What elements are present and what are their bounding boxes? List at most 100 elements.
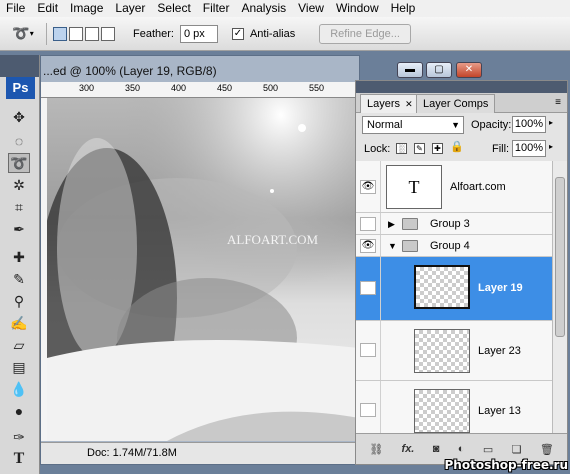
adjustment-layer-icon[interactable]: ◐	[458, 443, 465, 455]
document-title[interactable]: ...ed @ 100% (Layer 19, RGB/8)	[41, 60, 359, 82]
menu-view[interactable]: View	[292, 0, 330, 17]
menu-bar: File Edit Image Layer Select Filter Anal…	[0, 0, 570, 17]
menu-window[interactable]: Window	[330, 0, 385, 17]
layer-row-layer-19[interactable]: 👁 Layer 19	[356, 257, 552, 321]
clone-stamp-tool-icon[interactable]: ⚲	[8, 291, 30, 311]
expand-triangle-icon[interactable]: ▶	[388, 219, 395, 230]
lock-row: Lock: ░ ✎ ✚ 🔒 Fill: 100% ▸	[356, 137, 567, 161]
winter-scene-image: ALFOART.COM	[47, 98, 359, 441]
feather-input[interactable]: 0 px	[179, 24, 218, 43]
eye-icon[interactable]: 👁	[360, 239, 376, 253]
fill-label: Fill:	[492, 143, 510, 155]
delete-layer-icon[interactable]: 🗑	[540, 443, 554, 456]
marquee-tool-icon[interactable]: ◌	[8, 131, 30, 151]
layer-row-group-3[interactable]: ▶ Group 3	[356, 213, 552, 235]
scrollbar-thumb[interactable]	[555, 177, 565, 337]
layer-thumbnail	[414, 329, 470, 373]
menu-edit[interactable]: Edit	[31, 0, 64, 17]
panel-menu-icon[interactable]: ≡	[555, 97, 561, 108]
menu-layer[interactable]: Layer	[109, 0, 151, 17]
healing-brush-tool-icon[interactable]: ✚	[8, 247, 30, 267]
fill-input[interactable]: 100%	[512, 140, 546, 157]
layer-name: Group 3	[430, 218, 470, 230]
ruler-tick: 350	[125, 83, 141, 93]
magic-wand-tool-icon[interactable]: ✲	[8, 175, 30, 195]
eraser-tool-icon[interactable]: ▱	[8, 335, 30, 355]
fill-slider-icon[interactable]: ▸	[549, 142, 553, 151]
tools-panel: Ps ✥ ◌ ➰ ✲ ⌗ ✒ ✚ ✎ ⚲ ✍ ▱ ▤ 💧 ● ✑ T	[0, 55, 40, 474]
folder-icon	[402, 218, 418, 230]
ruler-tick: 300	[79, 83, 95, 93]
type-tool-icon[interactable]: T	[8, 449, 30, 469]
new-group-icon[interactable]: ▭	[483, 443, 493, 456]
add-selection-icon[interactable]	[69, 26, 83, 41]
site-watermark: Photoshop-free.ru	[444, 458, 569, 472]
eye-toggle-empty[interactable]	[360, 403, 376, 417]
crop-tool-icon[interactable]: ⌗	[8, 197, 30, 217]
feather-label: Feather:	[133, 27, 174, 40]
gradient-tool-icon[interactable]: ▤	[8, 357, 30, 377]
menu-image[interactable]: Image	[64, 0, 109, 17]
add-mask-icon[interactable]: ◙	[433, 443, 440, 455]
tab-layer-comps[interactable]: Layer Comps	[416, 94, 496, 113]
image-canvas[interactable]: ALFOART.COM	[47, 98, 359, 441]
ps-logo: Ps	[6, 77, 35, 99]
close-icon[interactable]: ✕	[456, 62, 482, 78]
layers-panel-header[interactable]	[356, 81, 567, 93]
blur-tool-icon[interactable]: 💧	[8, 379, 30, 399]
pen-tool-icon[interactable]: ✑	[8, 427, 30, 447]
layer-name: Alfoart.com	[450, 181, 506, 193]
layer-row-alfoart[interactable]: 👁 T Alfoart.com	[356, 161, 552, 213]
brush-tool-icon[interactable]: ✎	[8, 269, 30, 289]
link-layers-icon[interactable]: ⛓	[369, 443, 383, 456]
ruler-tick: 450	[217, 83, 233, 93]
collapse-triangle-icon[interactable]: ▼	[388, 241, 397, 251]
layer-name: Layer 19	[478, 282, 523, 294]
layers-scrollbar[interactable]	[552, 161, 567, 433]
minimize-icon[interactable]: ▬	[397, 62, 423, 78]
close-tab-icon[interactable]: ✕	[405, 99, 413, 109]
refine-edge-button[interactable]: Refine Edge...	[319, 23, 411, 44]
lock-pixels-icon[interactable]: ✎	[414, 143, 425, 154]
eye-icon[interactable]: 👁	[360, 180, 376, 194]
lock-all-icon[interactable]: 🔒	[450, 142, 464, 154]
eye-toggle-empty[interactable]	[360, 217, 376, 231]
blend-mode-dropdown[interactable]: Normal ▼	[362, 116, 464, 134]
dodge-tool-icon[interactable]: ●	[8, 401, 30, 421]
lock-transparency-icon[interactable]: ░	[396, 143, 407, 154]
layer-row-group-4[interactable]: 👁 ▼ Group 4	[356, 235, 552, 257]
lock-position-icon[interactable]: ✚	[432, 143, 443, 154]
horizontal-ruler[interactable]: 300 350 400 450 500 550 600	[41, 82, 370, 98]
menu-file[interactable]: File	[0, 0, 31, 17]
menu-help[interactable]: Help	[385, 0, 422, 17]
layer-row-layer-13[interactable]: Layer 13	[356, 381, 552, 433]
history-brush-tool-icon[interactable]: ✍	[8, 313, 30, 333]
layer-row-layer-23[interactable]: Layer 23	[356, 321, 552, 381]
ruler-tick: 500	[263, 83, 279, 93]
layers-panel: Layers ✕ Layer Comps ≡ Normal ▼ Opacity:…	[355, 80, 568, 465]
move-tool-icon[interactable]: ✥	[8, 107, 30, 127]
new-layer-icon[interactable]: ❏	[512, 443, 522, 456]
tool-preset-picker[interactable]: ➰ ▾	[6, 22, 40, 46]
menu-analysis[interactable]: Analysis	[235, 0, 292, 17]
opacity-slider-icon[interactable]: ▸	[549, 118, 553, 127]
document-window: ...ed @ 100% (Layer 19, RGB/8) 300 350 4…	[40, 55, 370, 465]
antialias-checkbox[interactable]: ✓	[231, 27, 244, 40]
menu-select[interactable]: Select	[151, 0, 196, 17]
tab-layers-label: Layers	[367, 98, 401, 110]
lasso-tool-icon[interactable]: ➰	[8, 153, 30, 173]
eye-icon[interactable]: 👁	[360, 281, 376, 295]
blend-row: Normal ▼ Opacity: 100% ▸	[356, 113, 567, 137]
intersect-selection-icon[interactable]	[101, 26, 115, 41]
tab-layers[interactable]: Layers ✕	[360, 94, 420, 113]
opacity-input[interactable]: 100%	[512, 116, 546, 133]
fx-icon[interactable]: fx.	[402, 443, 415, 455]
new-selection-icon[interactable]	[53, 26, 67, 41]
subtract-selection-icon[interactable]	[85, 26, 99, 41]
folder-icon	[402, 240, 418, 252]
eyedropper-tool-icon[interactable]: ✒	[8, 219, 30, 239]
menu-filter[interactable]: Filter	[197, 0, 236, 17]
tools-panel-header[interactable]	[0, 55, 39, 77]
maximize-icon[interactable]: ▢	[426, 62, 452, 78]
eye-toggle-empty[interactable]	[360, 343, 376, 357]
